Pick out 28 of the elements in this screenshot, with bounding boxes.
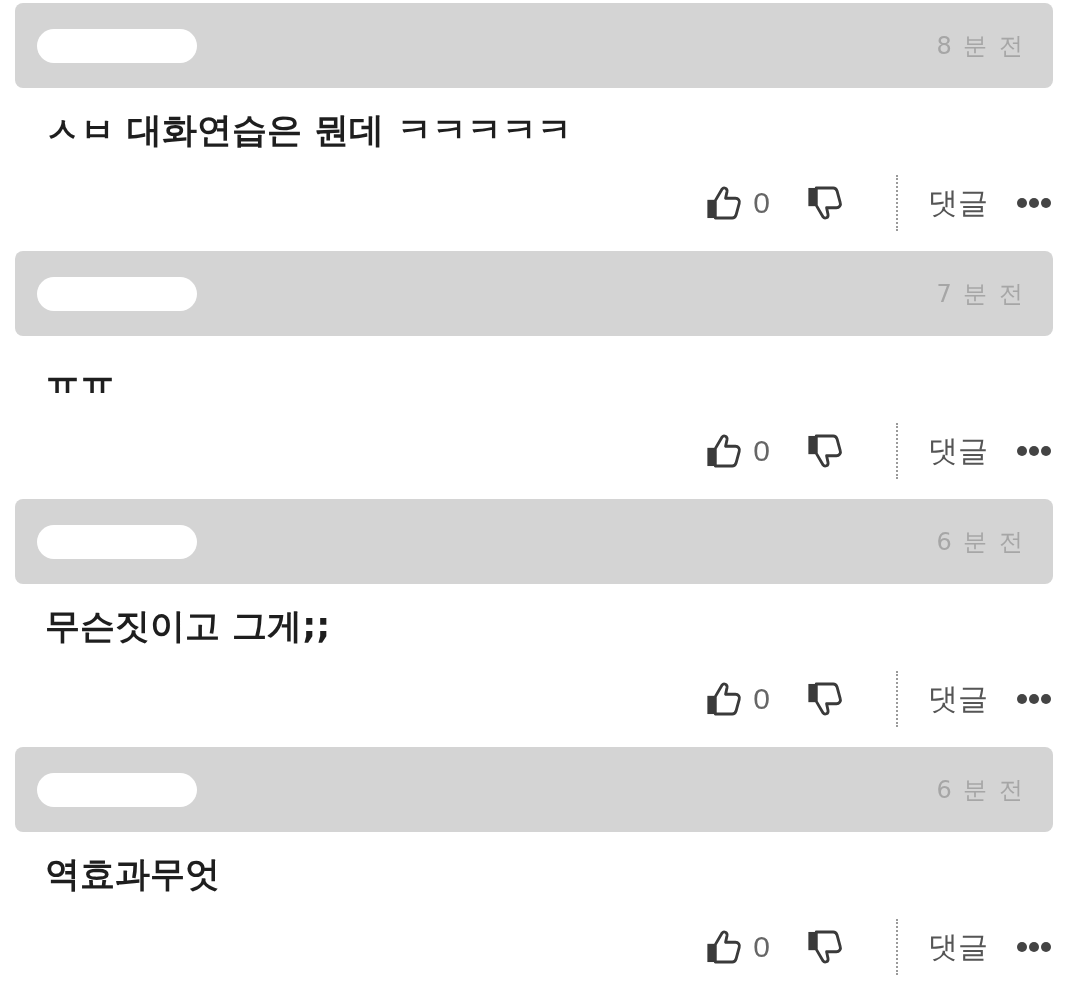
more-options-icon[interactable] xyxy=(1016,445,1052,457)
thumbs-down-icon xyxy=(806,432,844,470)
dislike-button[interactable] xyxy=(806,680,844,718)
reply-button[interactable]: 댓글 xyxy=(928,182,988,224)
thumbs-up-icon xyxy=(705,432,744,470)
like-button[interactable]: 0 xyxy=(705,184,770,222)
like-button[interactable]: 0 xyxy=(705,928,770,966)
thumbs-down-icon xyxy=(806,680,844,718)
thumbs-down-icon xyxy=(806,184,844,222)
comment-text: ㅠㅠ xyxy=(45,358,116,398)
dislike-button[interactable] xyxy=(806,928,844,966)
comment-text: 역효과무엇 xyxy=(45,854,221,894)
comment-text: ㅅㅂ 대화연습은 뭔데 ㅋㅋㅋㅋㅋ xyxy=(45,110,573,150)
more-options-icon[interactable] xyxy=(1016,197,1052,209)
reply-button[interactable]: 댓글 xyxy=(928,678,988,720)
like-button[interactable]: 0 xyxy=(705,680,770,718)
thumbs-up-icon xyxy=(705,680,744,718)
comment-text: 무슨짓이고 그게;; xyxy=(45,606,332,646)
thumbs-up-icon xyxy=(705,184,744,222)
more-options-icon[interactable] xyxy=(1016,693,1052,705)
more-options-icon[interactable] xyxy=(1016,941,1052,953)
dislike-button[interactable] xyxy=(806,184,844,222)
reply-button[interactable]: 댓글 xyxy=(928,430,988,472)
thumbs-down-icon xyxy=(806,928,844,966)
reply-button[interactable]: 댓글 xyxy=(928,926,988,968)
dislike-button[interactable] xyxy=(806,432,844,470)
thumbs-up-icon xyxy=(705,928,744,966)
like-button[interactable]: 0 xyxy=(705,432,770,470)
